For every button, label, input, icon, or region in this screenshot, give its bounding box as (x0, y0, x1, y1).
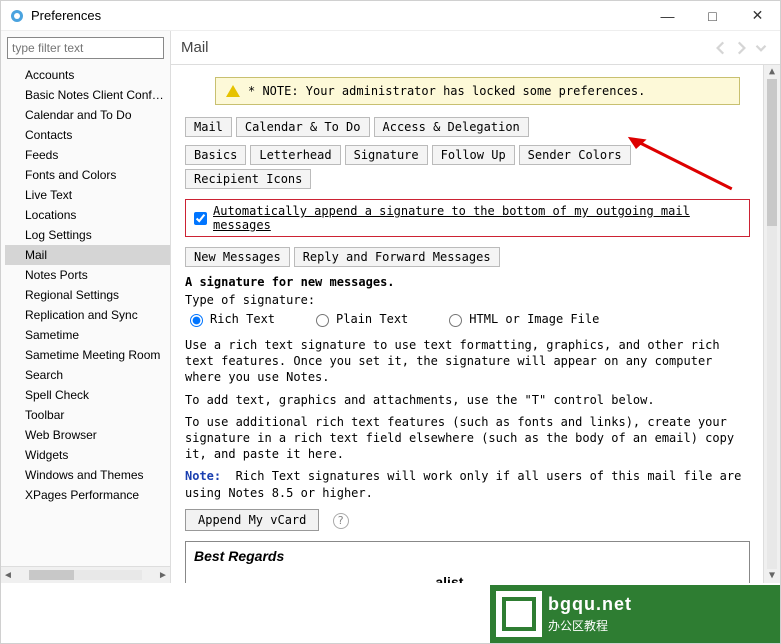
warning-icon (226, 85, 240, 97)
dropdown-icon[interactable] (752, 39, 770, 57)
help-icon[interactable]: ? (333, 513, 349, 529)
watermark-logo (496, 591, 542, 637)
minimize-button[interactable]: ― (645, 1, 690, 31)
tab-calendar-to-do[interactable]: Calendar & To Do (236, 117, 370, 137)
tab-letterhead[interactable]: Letterhead (250, 145, 340, 165)
forward-icon[interactable] (732, 39, 750, 57)
main-header: Mail (171, 31, 780, 65)
sidebar-item-calendar-and-to-do[interactable]: Calendar and To Do (5, 105, 170, 125)
sig-line-1: Best Regards (194, 548, 741, 564)
back-icon[interactable] (712, 39, 730, 57)
close-button[interactable]: ✕ (735, 1, 780, 31)
radio-rich-text[interactable]: Rich Text (185, 311, 275, 327)
info-para-4: Note: Rich Text signatures will work onl… (185, 468, 750, 500)
note-label: Note: (185, 469, 221, 483)
tab-access-delegation[interactable]: Access & Delegation (374, 117, 529, 137)
admin-note-text: * NOTE: Your administrator has locked so… (248, 84, 645, 98)
admin-note-bar: * NOTE: Your administrator has locked so… (215, 77, 740, 105)
app-icon (9, 8, 25, 24)
tab-signature[interactable]: Signature (345, 145, 428, 165)
sidebar-item-accounts[interactable]: Accounts (5, 65, 170, 85)
window-title: Preferences (31, 8, 101, 23)
tab-reply-and-forward-messages[interactable]: Reply and Forward Messages (294, 247, 500, 267)
auto-signature-checkbox[interactable] (194, 212, 207, 225)
maximize-button[interactable]: □ (690, 1, 735, 31)
sidebar-item-regional-settings[interactable]: Regional Settings (5, 285, 170, 305)
radio-plain-text[interactable]: Plain Text (311, 311, 408, 327)
auto-signature-checkbox-row[interactable]: Automatically append a signature to the … (185, 199, 750, 237)
filter-input[interactable] (7, 37, 164, 59)
sidebar-item-windows-and-themes[interactable]: Windows and Themes (5, 465, 170, 485)
radio-html-or-image-file[interactable]: HTML or Image File (444, 311, 599, 327)
signature-type-radios: Rich Text Plain Text HTML or Image File (185, 311, 750, 327)
append-vcard-button[interactable]: Append My vCard (185, 509, 319, 531)
section-title: A signature for new messages. (185, 275, 750, 289)
sidebar-item-sametime[interactable]: Sametime (5, 325, 170, 345)
message-type-tabs: New MessagesReply and Forward Messages (185, 247, 750, 267)
sidebar-horizontal-scrollbar[interactable]: ◄► (1, 566, 170, 583)
tab-basics[interactable]: Basics (185, 145, 246, 165)
sidebar: AccountsBasic Notes Client ConfiguCalend… (1, 31, 171, 583)
sidebar-item-fonts-and-colors[interactable]: Fonts and Colors (5, 165, 170, 185)
sidebar-item-feeds[interactable]: Feeds (5, 145, 170, 165)
auto-signature-label: Automatically append a signature to the … (213, 204, 741, 232)
watermark: bgqu.net 办公区教程 (490, 585, 780, 643)
tab-mail[interactable]: Mail (185, 117, 232, 137)
sidebar-item-live-text[interactable]: Live Text (5, 185, 170, 205)
sidebar-item-spell-check[interactable]: Spell Check (5, 385, 170, 405)
sidebar-item-search[interactable]: Search (5, 365, 170, 385)
tab-sender-colors[interactable]: Sender Colors (519, 145, 631, 165)
category-tree: AccountsBasic Notes Client ConfiguCalend… (1, 65, 170, 566)
sidebar-item-notes-ports[interactable]: Notes Ports (5, 265, 170, 285)
tab-recipient-icons[interactable]: Recipient Icons (185, 169, 311, 189)
info-para-1: Use a rich text signature to use text fo… (185, 337, 750, 386)
sidebar-item-toolbar[interactable]: Toolbar (5, 405, 170, 425)
type-label: Type of signature: (185, 293, 750, 307)
sidebar-item-contacts[interactable]: Contacts (5, 125, 170, 145)
sidebar-item-widgets[interactable]: Widgets (5, 445, 170, 465)
tab-follow-up[interactable]: Follow Up (432, 145, 515, 165)
sidebar-item-sametime-meeting-room[interactable]: Sametime Meeting Room (5, 345, 170, 365)
sidebar-item-log-settings[interactable]: Log Settings (5, 225, 170, 245)
info-para-2: To add text, graphics and attachments, u… (185, 392, 750, 408)
signature-editor[interactable]: Best Regards xxxxxxxxxxxxxxxxxxxxxxxxxxx… (185, 541, 750, 583)
sidebar-item-locations[interactable]: Locations (5, 205, 170, 225)
sidebar-item-xpages-performance[interactable]: XPages Performance (5, 485, 170, 505)
watermark-line1: bgqu.net (548, 594, 632, 615)
title-bar: Preferences ― □ ✕ (1, 1, 780, 31)
sidebar-item-basic-notes-client-configu[interactable]: Basic Notes Client Configu (5, 85, 170, 105)
sidebar-item-web-browser[interactable]: Web Browser (5, 425, 170, 445)
sidebar-item-mail[interactable]: Mail (5, 245, 170, 265)
info-para-3: To use additional rich text features (su… (185, 414, 750, 463)
page-title: Mail (181, 39, 209, 56)
content-vertical-scrollbar[interactable]: ▲▼ (763, 65, 780, 583)
content-area: * NOTE: Your administrator has locked so… (171, 65, 780, 583)
sidebar-item-replication-and-sync[interactable]: Replication and Sync (5, 305, 170, 325)
watermark-line2: 办公区教程 (548, 617, 632, 634)
tab-new-messages[interactable]: New Messages (185, 247, 290, 267)
